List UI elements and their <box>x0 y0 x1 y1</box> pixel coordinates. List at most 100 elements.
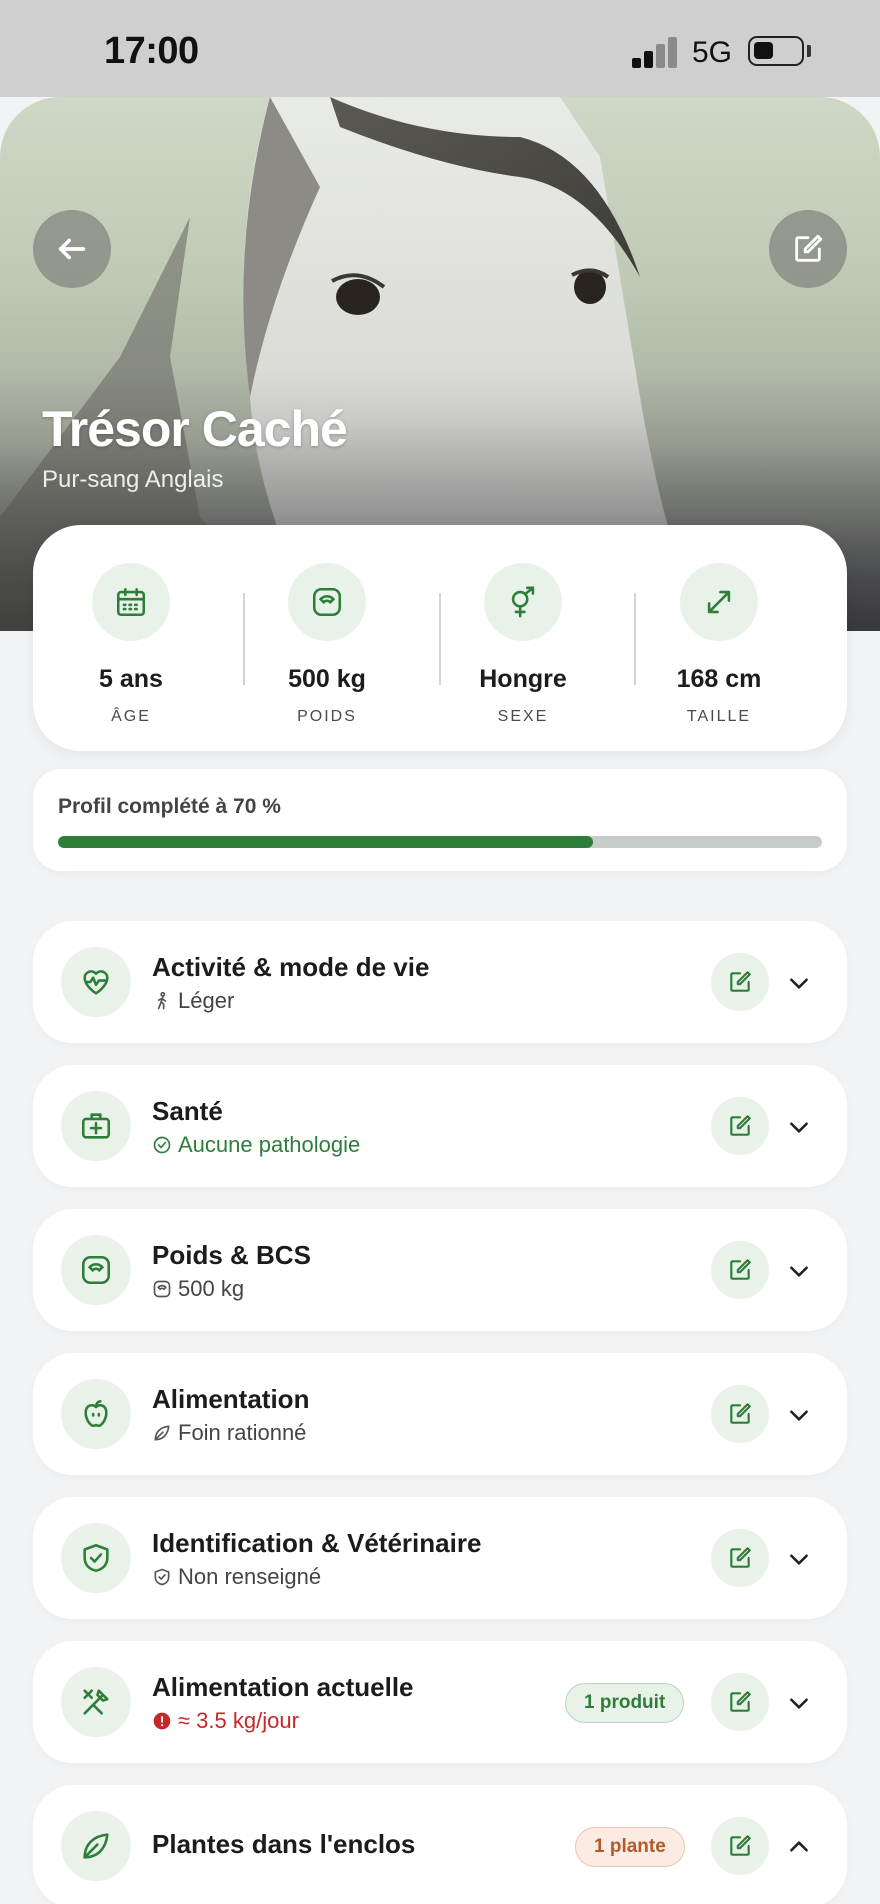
battery-icon <box>748 36 804 66</box>
edit-button[interactable] <box>711 1097 769 1155</box>
section-activity[interactable]: Activité & mode de vie Léger <box>33 921 847 1043</box>
stat-value: Hongre <box>479 665 567 693</box>
leaf-icon <box>154 1425 170 1441</box>
collapse-button[interactable] <box>779 1827 819 1867</box>
horse-name: Trésor Caché <box>42 401 348 457</box>
shield-check-icon <box>154 1568 170 1586</box>
section-title: Alimentation <box>152 1384 310 1414</box>
section-subtitle-text: Non renseigné <box>178 1564 322 1589</box>
profile-progress-card: Profil complété à 70 % <box>33 769 847 871</box>
shield-check-icon <box>61 1523 131 1593</box>
calendar-icon <box>92 563 170 641</box>
expand-button[interactable] <box>779 963 819 1003</box>
expand-button[interactable] <box>779 1395 819 1435</box>
stat-height: 168 cm TAILLE <box>621 563 817 726</box>
back-button[interactable] <box>33 210 111 288</box>
chevron-down-icon <box>790 1410 808 1421</box>
chevron-down-icon <box>790 1266 808 1277</box>
medical-kit-icon <box>61 1091 131 1161</box>
edit-icon <box>730 1115 751 1136</box>
section-subtitle: Non renseigné <box>152 1564 321 1590</box>
leaf-icon <box>61 1811 131 1881</box>
scale-icon <box>288 563 366 641</box>
section-title: Plantes dans l'enclos <box>152 1829 416 1859</box>
section-title: Santé <box>152 1096 223 1126</box>
section-subtitle-text: 500 kg <box>178 1276 245 1301</box>
scale-icon <box>61 1235 131 1305</box>
plant-count-badge: 1 plante <box>575 1827 685 1867</box>
stat-label: TAILLE <box>686 708 752 725</box>
utensils-icon <box>61 1667 131 1737</box>
edit-button[interactable] <box>711 1241 769 1299</box>
expand-button[interactable] <box>779 1107 819 1147</box>
apple-icon <box>61 1379 131 1449</box>
chevron-down-icon <box>790 1698 808 1709</box>
check-circle-icon <box>153 1136 171 1154</box>
edit-icon <box>730 1691 751 1712</box>
section-title: Identification & Vétérinaire <box>152 1528 482 1558</box>
edit-button[interactable] <box>711 1385 769 1443</box>
stat-sex: Hongre SEXE <box>425 563 621 726</box>
edit-button[interactable] <box>711 1817 769 1875</box>
edit-button[interactable] <box>711 1673 769 1731</box>
section-subtitle-text: Aucune pathologie <box>178 1132 361 1157</box>
section-subtitle-text: Foin rationné <box>178 1420 307 1445</box>
status-time: 17:00 <box>104 30 199 72</box>
expand-button[interactable] <box>779 1683 819 1723</box>
section-subtitle: Aucune pathologie <box>152 1132 360 1158</box>
expand-button[interactable] <box>779 1251 819 1291</box>
edit-button[interactable] <box>711 953 769 1011</box>
stat-value: 500 kg <box>288 665 366 693</box>
section-identification-vet[interactable]: Identification & Vétérinaire Non renseig… <box>33 1497 847 1619</box>
status-bar: 17:00 5G <box>0 0 880 97</box>
progress-fill <box>58 836 593 848</box>
walking-icon <box>157 991 167 1010</box>
section-subtitle: Foin rationné <box>152 1420 306 1446</box>
section-subtitle: ≈ 3.5 kg/jour <box>152 1708 299 1734</box>
signal-icon <box>632 36 678 68</box>
section-subtitle: Léger <box>152 988 234 1014</box>
scale-icon <box>153 1280 171 1298</box>
edit-icon <box>730 1403 751 1424</box>
stats-card: 5 ans ÂGE 500 kg POIDS Hongre SEXE 168 c… <box>33 525 847 751</box>
arrow-left-icon <box>58 238 86 260</box>
edit-icon <box>795 234 823 262</box>
alert-icon <box>153 1712 171 1730</box>
heart-pulse-icon <box>61 947 131 1017</box>
edit-button[interactable] <box>711 1529 769 1587</box>
section-feeding[interactable]: Alimentation Foin rationné <box>33 1353 847 1475</box>
section-title: Activité & mode de vie <box>152 952 430 982</box>
stat-value: 5 ans <box>99 665 163 693</box>
section-health[interactable]: Santé Aucune pathologie <box>33 1065 847 1187</box>
network-label: 5G <box>692 36 733 69</box>
edit-profile-button[interactable] <box>769 210 847 288</box>
stat-label: SEXE <box>497 708 549 725</box>
horse-breed: Pur-sang Anglais <box>42 466 224 493</box>
stat-value: 168 cm <box>676 665 762 693</box>
chevron-up-icon <box>790 1841 808 1852</box>
section-title: Alimentation actuelle <box>152 1672 414 1702</box>
chevron-down-icon <box>790 978 808 989</box>
product-count-badge: 1 produit <box>565 1683 685 1723</box>
section-current-feeding[interactable]: Alimentation actuelle ≈ 3.5 kg/jour 1 pr… <box>33 1641 847 1763</box>
section-weight-bcs[interactable]: Poids & BCS 500 kg <box>33 1209 847 1331</box>
section-subtitle-text: ≈ 3.5 kg/jour <box>178 1708 299 1733</box>
progress-bar <box>58 836 822 848</box>
section-plants-paddock[interactable]: Plantes dans l'enclos 1 plante <box>33 1785 847 1904</box>
chevron-down-icon <box>790 1122 808 1133</box>
gender-icon <box>484 563 562 641</box>
edit-icon <box>730 1547 751 1568</box>
stat-age: 5 ans ÂGE <box>33 563 229 726</box>
section-subtitle-text: Léger <box>178 988 235 1013</box>
stat-label: ÂGE <box>111 708 151 725</box>
progress-label: Profil complété à 70 % <box>58 795 281 818</box>
section-title: Poids & BCS <box>152 1240 311 1270</box>
expand-button[interactable] <box>779 1539 819 1579</box>
battery-cap <box>807 45 811 57</box>
edit-icon <box>730 971 751 992</box>
chevron-down-icon <box>790 1554 808 1565</box>
section-subtitle: 500 kg <box>152 1276 244 1302</box>
stat-weight: 500 kg POIDS <box>229 563 425 726</box>
edit-icon <box>730 1835 751 1856</box>
edit-icon <box>730 1259 751 1280</box>
